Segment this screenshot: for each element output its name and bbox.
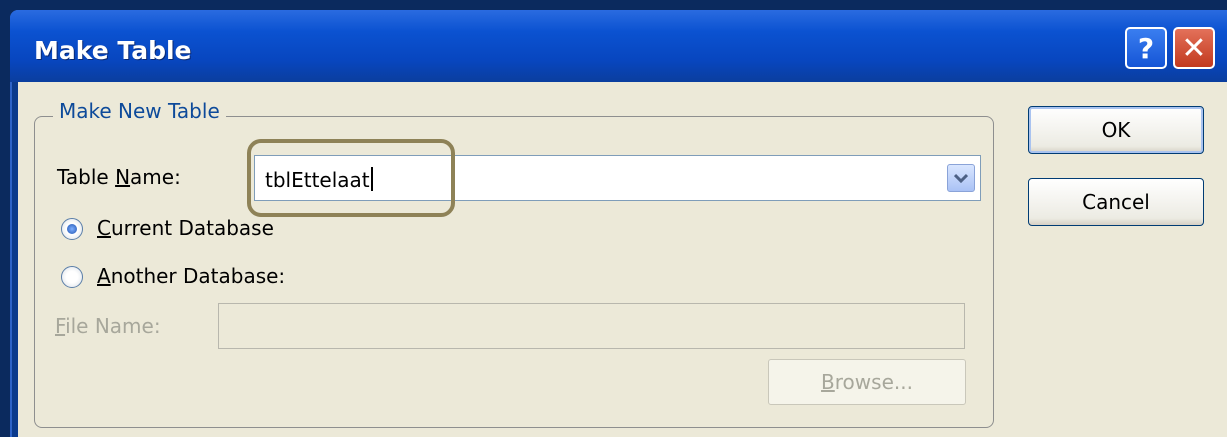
help-icon: ? xyxy=(1137,31,1155,65)
close-button[interactable]: ✕ xyxy=(1173,27,1215,69)
table-name-combo[interactable]: tblEttelaat xyxy=(254,155,981,201)
dialog-body: Make New Table Table Name: tblEttelaat C… xyxy=(18,82,1227,437)
table-name-input[interactable]: tblEttelaat xyxy=(265,167,373,192)
current-database-radio[interactable] xyxy=(61,218,83,240)
dropdown-button[interactable] xyxy=(947,164,975,192)
file-name-label: File Name: xyxy=(55,314,161,338)
help-button[interactable]: ? xyxy=(1125,27,1167,69)
make-table-dialog: Make Table ? ✕ Make New Table Table Name… xyxy=(10,10,1227,437)
table-name-label: Table Name: xyxy=(57,165,181,189)
another-database-radio[interactable] xyxy=(61,266,83,288)
another-database-label[interactable]: Another Database: xyxy=(97,264,285,288)
text-cursor xyxy=(370,167,373,191)
close-icon: ✕ xyxy=(1181,30,1207,66)
current-database-label[interactable]: Current Database xyxy=(97,216,274,240)
cancel-button[interactable]: Cancel xyxy=(1028,178,1204,226)
ok-button[interactable]: OK xyxy=(1028,106,1204,154)
title-bar[interactable]: Make Table ? ✕ xyxy=(10,10,1227,82)
make-new-table-group: Make New Table Table Name: tblEttelaat C… xyxy=(34,99,994,428)
chevron-down-icon xyxy=(954,173,968,183)
dialog-title: Make Table xyxy=(34,36,192,65)
browse-button[interactable]: Browse... xyxy=(768,359,966,405)
file-name-input[interactable] xyxy=(218,303,965,349)
group-legend: Make New Table xyxy=(53,99,226,123)
